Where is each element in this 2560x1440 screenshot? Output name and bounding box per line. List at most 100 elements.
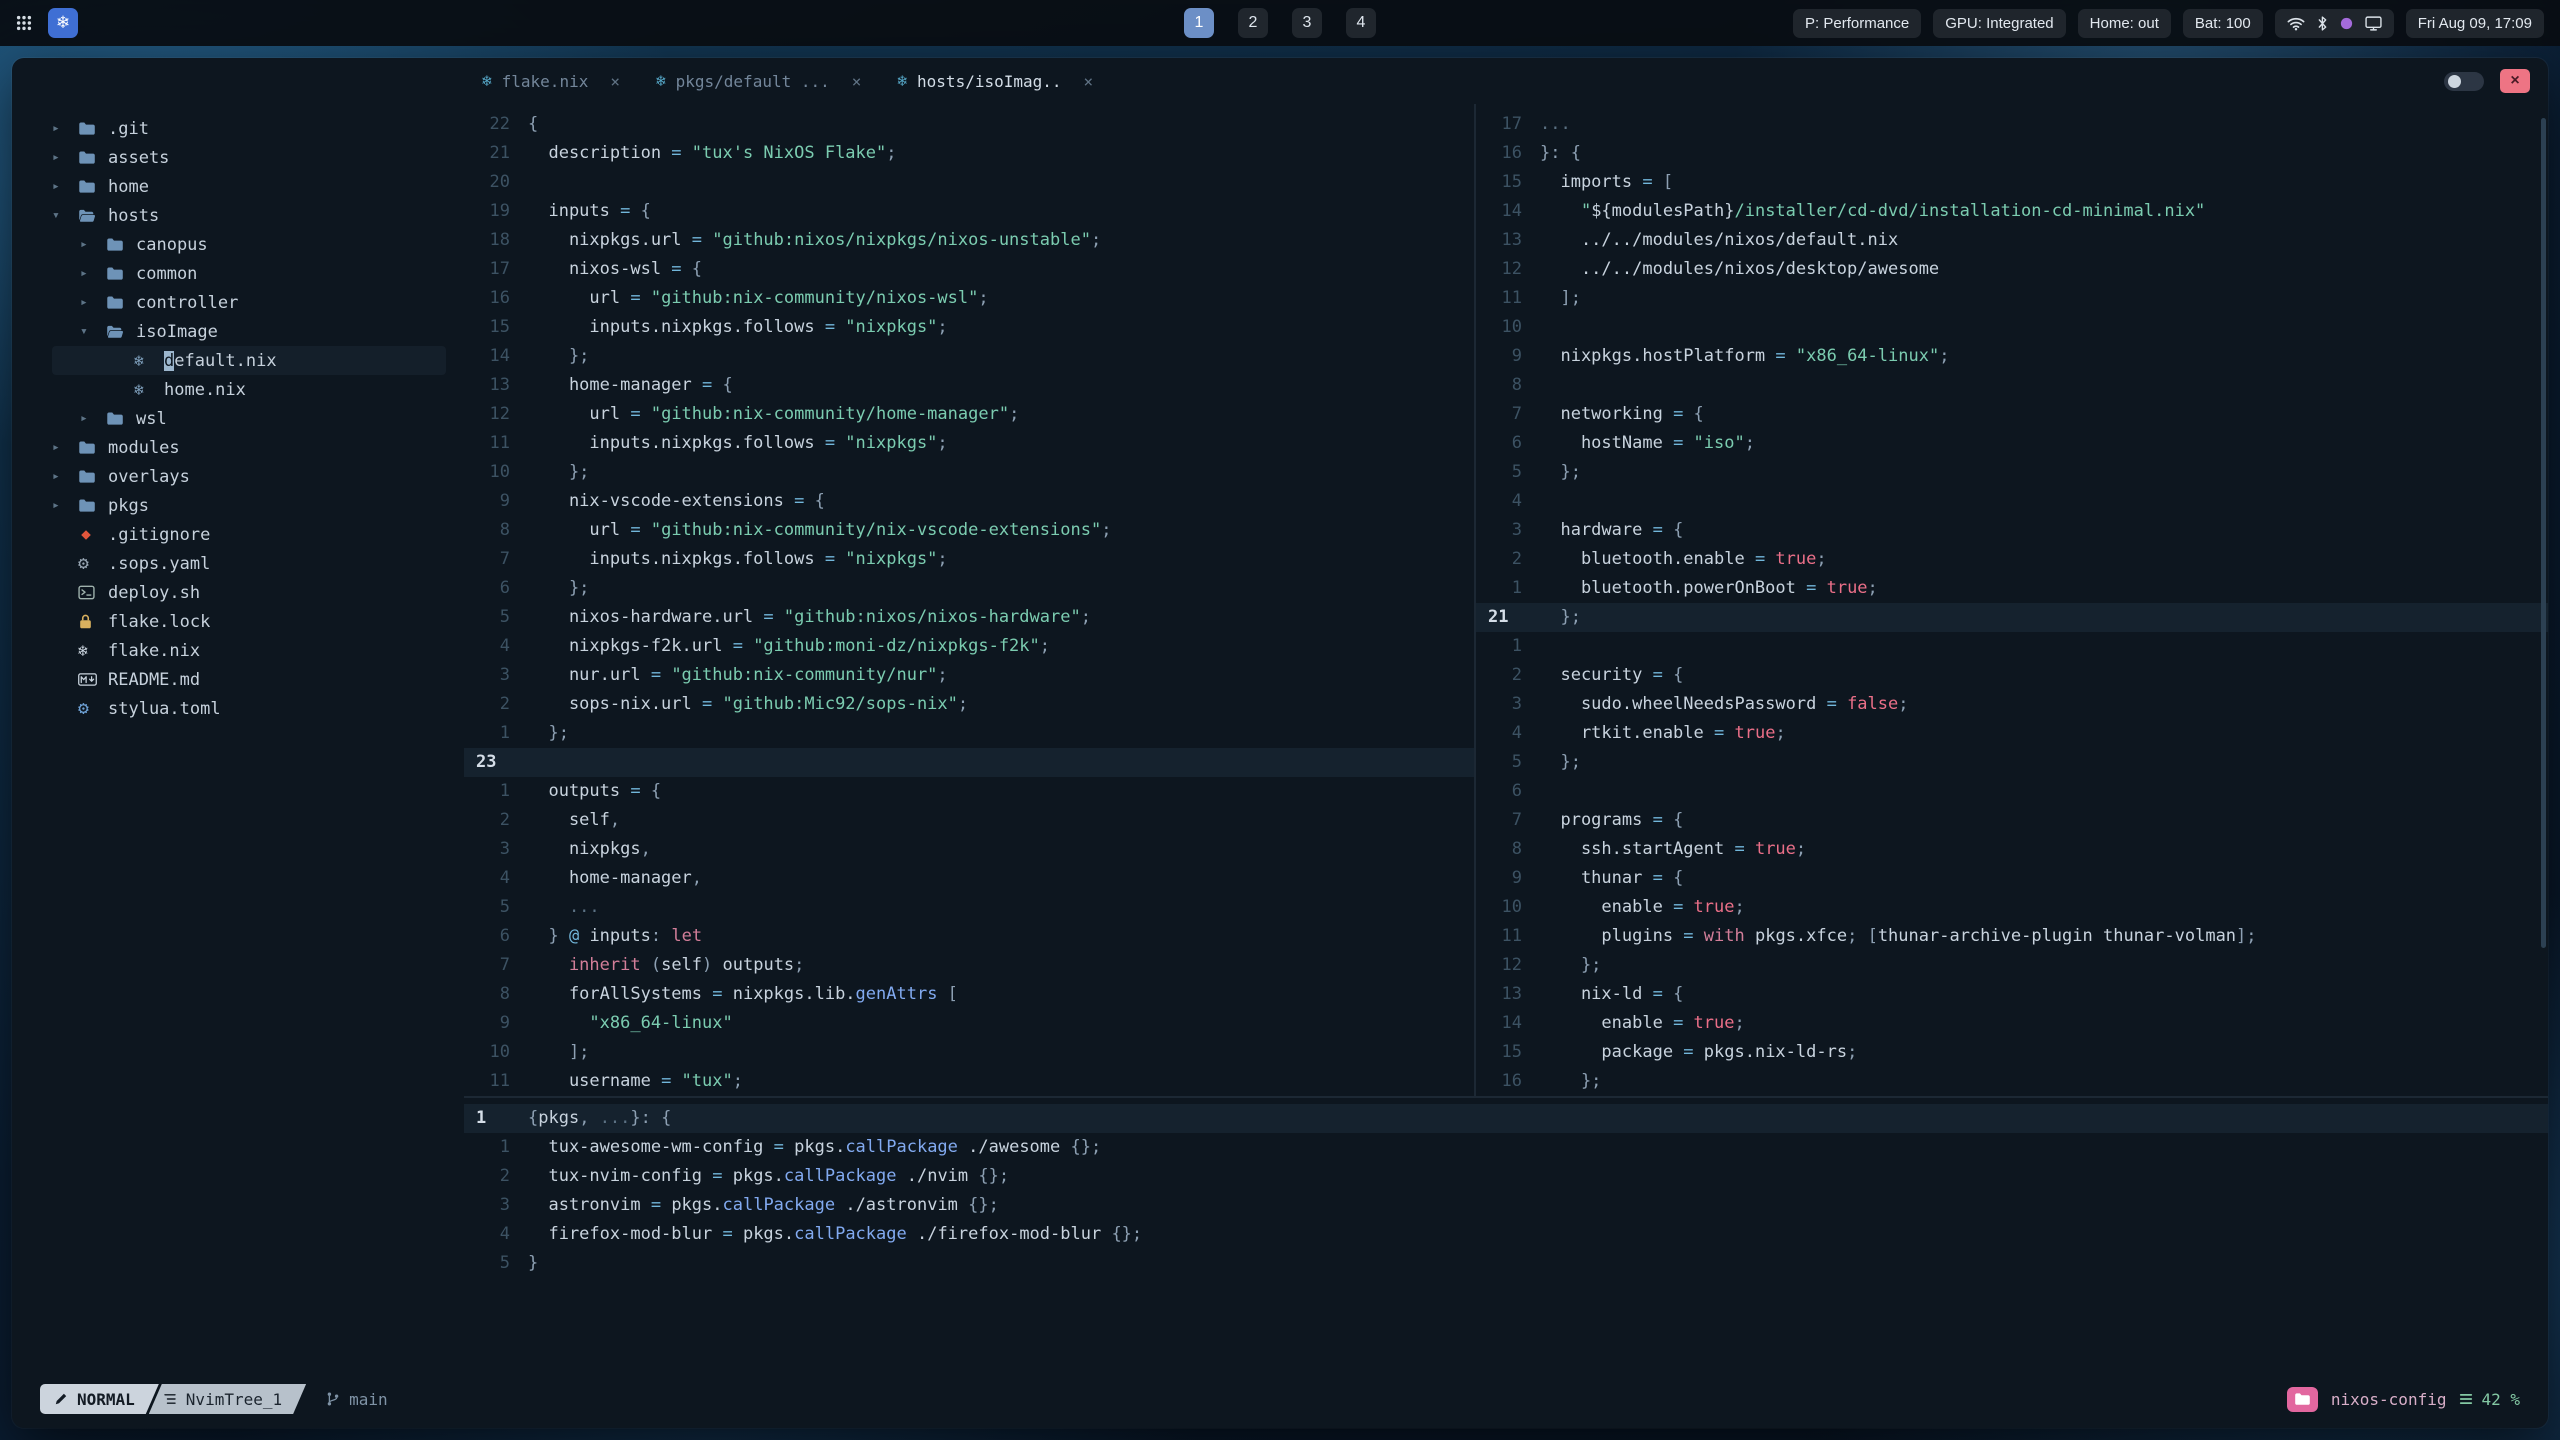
- code-line[interactable]: 5 };: [1476, 458, 2548, 487]
- tree-item-modules[interactable]: ▸ modules: [52, 433, 464, 462]
- code-line[interactable]: 20: [464, 168, 1474, 197]
- chevron-right-icon[interactable]: ▸: [52, 179, 78, 194]
- pane-hosts-isoimage[interactable]: 17... 16}: {15 imports = [14 "${modulesPa…: [1476, 104, 2548, 1096]
- tree-item-default.nix[interactable]: ❄ default.nix: [52, 346, 446, 375]
- workspace-button-1[interactable]: 1: [1184, 8, 1214, 38]
- code-line[interactable]: 3 nixpkgs,: [464, 835, 1474, 864]
- wifi-icon[interactable]: [2287, 16, 2305, 31]
- code-line[interactable]: 13 nix-ld = {: [1476, 980, 2548, 1009]
- chevron-right-icon[interactable]: ▸: [52, 150, 78, 165]
- display-icon[interactable]: [2365, 15, 2382, 31]
- code-line[interactable]: 13 home-manager = {: [464, 371, 1474, 400]
- code-line[interactable]: 7 programs = {: [1476, 806, 2548, 835]
- tree-item-home.nix[interactable]: ❄ home.nix: [52, 375, 464, 404]
- code-line[interactable]: 5 nixos-hardware.url = "github:nixos/nix…: [464, 603, 1474, 632]
- code-line[interactable]: 8: [1476, 371, 2548, 400]
- code-line[interactable]: 4 firefox-mod-blur = pkgs.callPackage ./…: [464, 1220, 2548, 1249]
- code-line[interactable]: 9 "x86_64-linux": [464, 1009, 1474, 1038]
- code-line[interactable]: 7 networking = {: [1476, 400, 2548, 429]
- chevron-right-icon[interactable]: ▸: [80, 266, 106, 281]
- code-line[interactable]: 6 } @ inputs: let: [464, 922, 1474, 951]
- chevron-right-icon[interactable]: ▸: [52, 469, 78, 484]
- pane-flake-nix[interactable]: 22{21 description = "tux's NixOS Flake";…: [464, 104, 1474, 1096]
- tree-item-assets[interactable]: ▸ assets: [52, 143, 464, 172]
- scrollbar[interactable]: [2541, 118, 2546, 948]
- code-line[interactable]: 5 };: [1476, 748, 2548, 777]
- code-line[interactable]: 12 ../../modules/nixos/desktop/awesome: [1476, 255, 2548, 284]
- chevron-right-icon[interactable]: ▸: [80, 237, 106, 252]
- code-line[interactable]: 2 sops-nix.url = "github:Mic92/sops-nix"…: [464, 690, 1474, 719]
- chevron-right-icon[interactable]: ▸: [52, 498, 78, 513]
- nix-badge-button[interactable]: ❄: [48, 8, 78, 38]
- code-line[interactable]: 9 thunar = {: [1476, 864, 2548, 893]
- code-line[interactable]: 1 outputs = {: [464, 777, 1474, 806]
- tree-item-home[interactable]: ▸ home: [52, 172, 464, 201]
- workspace-button-2[interactable]: 2: [1238, 8, 1268, 38]
- code-line[interactable]: 7 inputs.nixpkgs.follows = "nixpkgs";: [464, 545, 1474, 574]
- tab-close-icon[interactable]: ×: [610, 72, 620, 91]
- code-line[interactable]: 14 enable = true;: [1476, 1009, 2548, 1038]
- chevron-right-icon[interactable]: ▸: [52, 440, 78, 455]
- tab-close-icon[interactable]: ×: [852, 72, 862, 91]
- code-line[interactable]: 2 security = {: [1476, 661, 2548, 690]
- tree-item-.git[interactable]: ▸ .git: [52, 114, 464, 143]
- workspace-button-4[interactable]: 4: [1346, 8, 1376, 38]
- tab-hosts-isoImag..[interactable]: ❄ hosts/isoImag.. ×: [879, 58, 1111, 104]
- code-line[interactable]: 5}: [464, 1249, 2548, 1278]
- code-line[interactable]: 4 rtkit.enable = true;: [1476, 719, 2548, 748]
- tree-item-canopus[interactable]: ▸ canopus: [52, 230, 464, 259]
- tree-item-.sops.yaml[interactable]: ⚙ .sops.yaml: [52, 549, 464, 578]
- code-line[interactable]: 15 imports = [: [1476, 168, 2548, 197]
- code-line[interactable]: 1: [1476, 632, 2548, 661]
- code-line[interactable]: 3 sudo.wheelNeedsPassword = false;: [1476, 690, 2548, 719]
- code-line[interactable]: 8 ssh.startAgent = true;: [1476, 835, 2548, 864]
- code-line[interactable]: 1 tux-awesome-wm-config = pkgs.callPacka…: [464, 1133, 2548, 1162]
- code-line[interactable]: 4: [1476, 487, 2548, 516]
- bluetooth-icon[interactable]: [2317, 15, 2328, 32]
- code-line[interactable]: 3 astronvim = pkgs.callPackage ./astronv…: [464, 1191, 2548, 1220]
- code-line[interactable]: 2 tux-nvim-config = pkgs.callPackage ./n…: [464, 1162, 2548, 1191]
- tree-item-flake.lock[interactable]: flake.lock: [52, 607, 464, 636]
- window-toggle[interactable]: [2444, 71, 2484, 91]
- tree-item-isoImage[interactable]: ▾ isoImage: [52, 317, 464, 346]
- tree-item-.gitignore[interactable]: .gitignore: [52, 520, 464, 549]
- tree-item-stylua.toml[interactable]: ⚙ stylua.toml: [52, 694, 464, 723]
- code-line[interactable]: 11 plugins = with pkgs.xfce; [thunar-arc…: [1476, 922, 2548, 951]
- code-line[interactable]: 16 url = "github:nix-community/nixos-wsl…: [464, 284, 1474, 313]
- tab-pkgs-default-...[interactable]: ❄ pkgs/default ... ×: [638, 58, 879, 104]
- tree-item-common[interactable]: ▸ common: [52, 259, 464, 288]
- code-line[interactable]: 16 };: [1476, 1067, 2548, 1096]
- accent-dot-icon[interactable]: [2340, 17, 2353, 30]
- code-line[interactable]: 23: [464, 748, 1474, 777]
- code-line[interactable]: 9 nixpkgs.hostPlatform = "x86_64-linux";: [1476, 342, 2548, 371]
- code-line[interactable]: 13 ../../modules/nixos/default.nix: [1476, 226, 2548, 255]
- code-line[interactable]: 10 enable = true;: [1476, 893, 2548, 922]
- code-line[interactable]: 7 inherit (self) outputs;: [464, 951, 1474, 980]
- code-line[interactable]: 9 nix-vscode-extensions = {: [464, 487, 1474, 516]
- tree-item-wsl[interactable]: ▸ wsl: [52, 404, 464, 433]
- code-line[interactable]: 4 nixpkgs-f2k.url = "github:moni-dz/nixp…: [464, 632, 1474, 661]
- code-line[interactable]: 2 bluetooth.enable = true;: [1476, 545, 2548, 574]
- code-line[interactable]: 3 nur.url = "github:nix-community/nur";: [464, 661, 1474, 690]
- code-line[interactable]: 22 {: [464, 110, 1474, 139]
- code-line[interactable]: 10 ];: [464, 1038, 1474, 1067]
- tab-flake.nix[interactable]: ❄ flake.nix ×: [464, 58, 638, 104]
- tree-item-hosts[interactable]: ▾ hosts: [52, 201, 464, 230]
- tree-item-flake.nix[interactable]: ❄ flake.nix: [52, 636, 464, 665]
- code-line[interactable]: 4 home-manager,: [464, 864, 1474, 893]
- window-close-button[interactable]: ×: [2500, 69, 2530, 93]
- code-line[interactable]: 1 };: [464, 719, 1474, 748]
- code-line[interactable]: 17 nixos-wsl = {: [464, 255, 1474, 284]
- code-line[interactable]: 18 nixpkgs.url = "github:nixos/nixpkgs/n…: [464, 226, 1474, 255]
- code-line[interactable]: 16}: {: [1476, 139, 2548, 168]
- code-line[interactable]: 11 inputs.nixpkgs.follows = "nixpkgs";: [464, 429, 1474, 458]
- tree-item-deploy.sh[interactable]: deploy.sh: [52, 578, 464, 607]
- code-line[interactable]: 12 url = "github:nix-community/home-mana…: [464, 400, 1474, 429]
- chevron-right-icon[interactable]: ▸: [52, 121, 78, 136]
- chevron-down-icon[interactable]: ▾: [52, 208, 78, 223]
- code-line[interactable]: 15 package = pkgs.nix-ld-rs;: [1476, 1038, 2548, 1067]
- code-line[interactable]: 6 hostName = "iso";: [1476, 429, 2548, 458]
- code-line[interactable]: 5 ...: [464, 893, 1474, 922]
- code-line[interactable]: 21 description = "tux's NixOS Flake";: [464, 139, 1474, 168]
- code-line[interactable]: 3 hardware = {: [1476, 516, 2548, 545]
